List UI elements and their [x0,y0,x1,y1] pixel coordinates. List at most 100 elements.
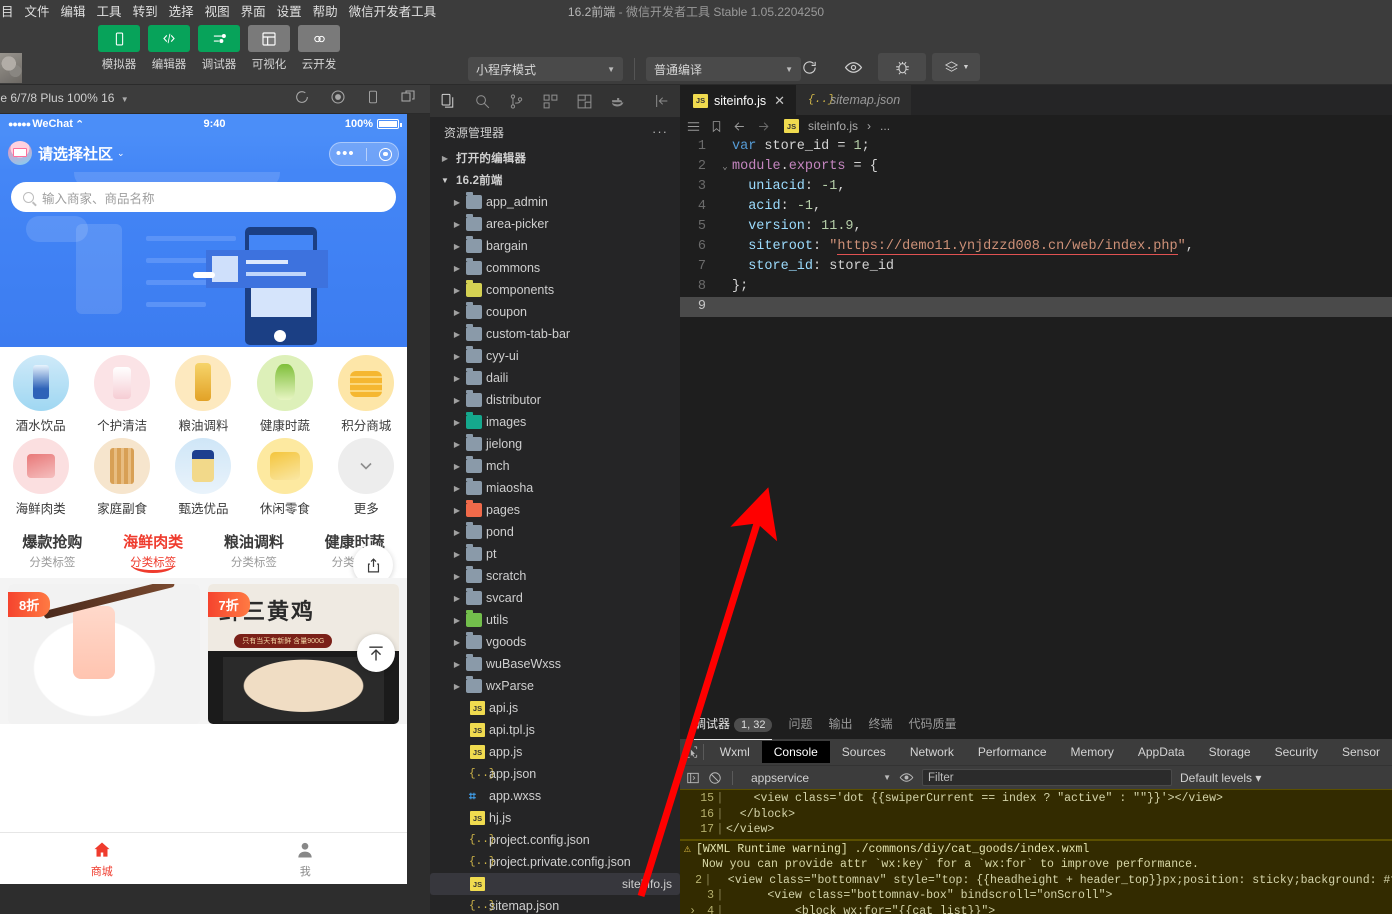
explorer-section-1[interactable]: ▼16.2前端 [430,169,680,191]
tree-folder-svcard[interactable]: ▶svcard [430,587,680,609]
category-item[interactable]: 酒水饮品 [5,355,77,434]
tree-folder-utils[interactable]: ▶utils [430,609,680,631]
console-filter-input[interactable]: Filter [922,769,1172,786]
breadcrumb-file[interactable]: siteinfo.js [808,119,858,133]
source-control-icon[interactable] [504,88,528,114]
code-line-9[interactable]: 9 [680,297,1392,317]
tree-folder-coupon[interactable]: ▶coupon [430,301,680,323]
fold-icon[interactable] [718,277,732,297]
tree-folder-pt[interactable]: ▶pt [430,543,680,565]
search-icon[interactable] [470,88,494,114]
tree-folder-vgoods[interactable]: ▶vgoods [430,631,680,653]
tree-folder-distributor[interactable]: ▶distributor [430,389,680,411]
menu-item-6[interactable]: 视图 [205,1,230,20]
bookmark-icon[interactable] [710,119,723,134]
category-item[interactable]: 粮油调料 [167,355,239,434]
chevron-down-icon[interactable]: ⌄ [117,148,125,159]
fold-icon[interactable] [718,297,732,317]
menu-item-7[interactable]: 界面 [241,1,266,20]
devtools-tab-performance[interactable]: Performance [966,741,1059,763]
code-line-4[interactable]: 4 acid: -1, [680,197,1392,217]
code-line-2[interactable]: 2⌄module.exports = { [680,157,1392,177]
code-line-8[interactable]: 8}; [680,277,1392,297]
fold-icon[interactable] [718,137,732,157]
code-lines[interactable]: 1var store_id = 1;2⌄module.exports = {3 … [680,137,1392,317]
menu-item-3[interactable]: 工具 [97,1,122,20]
devtools-tab-memory[interactable]: Memory [1059,741,1126,763]
tree-folder-custom-tab-bar[interactable]: ▶custom-tab-bar [430,323,680,345]
fold-icon[interactable] [718,197,732,217]
devtools-tab-console[interactable]: Console [762,741,830,763]
tab-sitemap-json[interactable]: {..} sitemap.json [796,85,911,115]
multiscreen-icon[interactable] [400,89,416,108]
extensions-icon[interactable] [538,88,562,114]
code-line-7[interactable]: 7 store_id: store_id [680,257,1392,277]
tree-folder-commons[interactable]: ▶commons [430,257,680,279]
devtools-tab-wxml[interactable]: Wxml [708,741,762,763]
menu-item-5[interactable]: 选择 [169,1,194,20]
tree-folder-components[interactable]: ▶components [430,279,680,301]
tree-file-siteinfo.js[interactable]: JSsiteinfo.js [430,873,680,895]
tree-file-api.js[interactable]: JSapi.js [430,697,680,719]
panel-tab-1[interactable]: 问题 [788,710,812,739]
panel-tab-0[interactable]: 调试器1, 32 [694,710,772,740]
explorer-section-0[interactable]: ▶打开的编辑器 [430,147,680,169]
menu-item-2[interactable]: 编辑 [61,1,86,20]
category-item[interactable]: 健康时蔬 [249,355,321,434]
tree-folder-pages[interactable]: ▶pages [430,499,680,521]
tree-file-api.tpl.js[interactable]: JSapi.tpl.js [430,719,680,741]
code-line-5[interactable]: 5 version: 11.9, [680,217,1392,237]
back-to-top-button[interactable] [357,634,395,672]
tree-folder-scratch[interactable]: ▶scratch [430,565,680,587]
tab-profile[interactable]: 我 [204,833,408,884]
search-input[interactable]: 输入商家、商品名称 [42,188,155,207]
clear-console-icon[interactable] [708,771,722,785]
search-bar[interactable]: 输入商家、商品名称 [11,182,396,212]
tree-folder-daili[interactable]: ▶daili [430,367,680,389]
wechat-capsule[interactable]: ••• [329,142,399,166]
fold-icon[interactable] [718,177,732,197]
tree-file-app.wxss[interactable]: ⌗app.wxss [430,785,680,807]
panel-tab-2[interactable]: 输出 [829,710,853,739]
devtools-tab-sensor[interactable]: Sensor [1330,741,1392,763]
category-tag-1[interactable]: 海鲜肉类分类标签 [103,531,204,570]
tree-folder-app_admin[interactable]: ▶app_admin [430,191,680,213]
tree-folder-area-picker[interactable]: ▶area-picker [430,213,680,235]
devtools-tab-appdata[interactable]: AppData [1126,741,1197,763]
fold-icon[interactable] [718,257,732,277]
menu-item-10[interactable]: 微信开发者工具 [349,1,437,20]
files-icon[interactable] [436,88,460,114]
category-tag-0[interactable]: 爆款抢购分类标签 [2,531,103,570]
code-line-3[interactable]: 3 uniacid: -1, [680,177,1392,197]
code-line-1[interactable]: 1var store_id = 1; [680,137,1392,157]
tree-file-hj.js[interactable]: JShj.js [430,807,680,829]
tree-file-app.json[interactable]: {..}app.json [430,763,680,785]
category-item[interactable]: 个护清洁 [86,355,158,434]
devtools-tab-network[interactable]: Network [898,741,966,763]
panel-tab-4[interactable]: 代码质量 [909,710,957,739]
close-target-icon[interactable] [379,148,392,161]
console-levels-select[interactable]: Default levels ▾ [1180,771,1261,785]
mode-select[interactable]: 小程序模式 ▼ [468,57,623,81]
console-context-select[interactable]: appservice ▼ [743,771,891,785]
devtools-tab-security[interactable]: Security [1263,741,1330,763]
tree-folder-bargain[interactable]: ▶bargain [430,235,680,257]
tree-folder-cyy-ui[interactable]: ▶cyy-ui [430,345,680,367]
community-selector-label[interactable]: 请选择社区 [38,143,113,164]
tree-folder-pond[interactable]: ▶pond [430,521,680,543]
close-icon[interactable]: ✕ [774,93,785,109]
share-button[interactable] [353,545,393,578]
category-item[interactable]: 积分商城 [330,355,402,434]
tab-mall[interactable]: 商城 [0,833,204,884]
tab-siteinfo-js[interactable]: JS siteinfo.js ✕ [680,85,796,115]
fold-icon[interactable] [718,237,732,257]
category-item[interactable]: 海鲜肉类 [5,438,77,517]
tree-folder-images[interactable]: ▶images [430,411,680,433]
docker-icon[interactable] [606,88,630,114]
record-icon[interactable] [330,89,346,108]
device-selector[interactable]: one 6/7/8 Plus 100% 16 ▼ [0,91,129,105]
menu-item-8[interactable]: 设置 [277,1,302,20]
tree-file-app.js[interactable]: JSapp.js [430,741,680,763]
tree-file-project.config.json[interactable]: {..}project.config.json [430,829,680,851]
toolbar-button-0[interactable]: 模拟器 [98,25,140,72]
